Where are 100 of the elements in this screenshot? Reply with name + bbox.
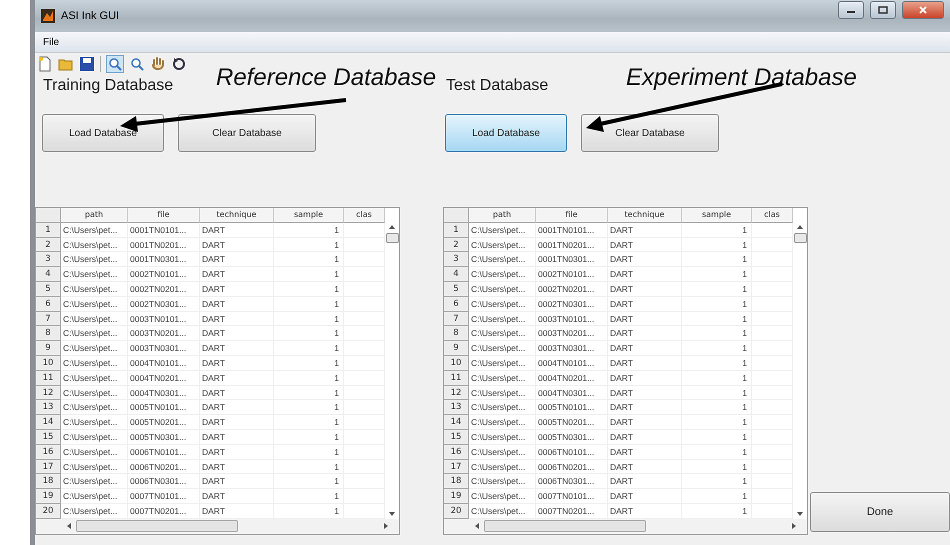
zoom-in-icon[interactable] (106, 55, 124, 73)
table-cell: 1 (274, 282, 344, 297)
table-cell: 0003TN0301... (536, 341, 608, 356)
row-number: 16 (36, 444, 61, 460)
column-header[interactable]: path (469, 208, 536, 223)
column-header[interactable]: file (536, 208, 608, 223)
row-number: 6 (36, 296, 61, 312)
table-cell: 0002TN0101... (128, 267, 200, 282)
table-cell: C:\Users\pet... (469, 474, 536, 490)
table-cell: 1 (682, 238, 752, 252)
table-cell: 1 (682, 430, 752, 445)
table-cell: DART (608, 312, 682, 326)
row-number: 11 (36, 370, 61, 386)
database-button[interactable]: Clear Database (178, 114, 316, 152)
table-cell: C:\Users\pet... (61, 489, 128, 504)
save-icon[interactable] (79, 56, 95, 72)
row-number: 18 (36, 474, 61, 490)
row-number: 14 (444, 415, 469, 430)
table-cell: C:\Users\pet... (469, 415, 536, 430)
table-cell: C:\Users\pet... (61, 400, 128, 416)
table-cell: C:\Users\pet... (61, 238, 128, 252)
row-number: 3 (444, 252, 469, 268)
rotate-icon[interactable] (171, 56, 187, 72)
row-number: 5 (444, 282, 469, 297)
row-number: 9 (36, 341, 61, 356)
done-button[interactable]: Done (810, 492, 950, 532)
scroll-left-icon[interactable] (66, 522, 72, 530)
table-cell: C:\Users\pet... (61, 356, 128, 371)
table-cell: DART (608, 400, 682, 416)
column-header[interactable]: clas (344, 208, 385, 223)
table-cell: 0006TN0101... (128, 444, 200, 460)
zoom-out-icon[interactable] (129, 56, 145, 72)
horizontal-scrollbar[interactable] (36, 518, 399, 534)
new-file-icon[interactable] (37, 56, 53, 72)
table-cell: 0002TN0301... (128, 296, 200, 312)
table-cell: 0005TN0301... (128, 430, 200, 445)
column-header[interactable]: path (61, 208, 128, 223)
table-cell: 0004TN0101... (128, 356, 200, 371)
maximize-button[interactable] (870, 1, 896, 19)
table-cell: 0006TN0101... (536, 444, 608, 460)
table-cell: DART (608, 430, 682, 445)
app-logo-icon (41, 9, 55, 23)
table-cell: C:\Users\pet... (469, 267, 536, 282)
table-cell: DART (200, 386, 274, 400)
hand-icon[interactable] (150, 56, 166, 72)
table-cell: DART (200, 370, 274, 386)
database-button[interactable]: Clear Database (581, 114, 719, 152)
table-cell: 1 (274, 489, 344, 504)
table-cell: 1 (274, 460, 344, 474)
column-header[interactable]: clas (752, 208, 793, 223)
row-number: 20 (36, 504, 61, 519)
scroll-thumb[interactable] (386, 233, 398, 243)
row-number: 5 (36, 282, 61, 297)
table-cell: DART (200, 460, 274, 474)
row-number: 13 (444, 400, 469, 416)
scroll-up-icon[interactable] (388, 224, 396, 230)
scroll-thumb[interactable] (484, 520, 646, 532)
table-cell: 0004TN0101... (536, 356, 608, 371)
minimize-button[interactable] (838, 1, 864, 19)
scroll-thumb[interactable] (794, 233, 806, 243)
close-button[interactable] (902, 1, 944, 19)
row-number: 7 (36, 312, 61, 326)
table-cell: 1 (682, 474, 752, 490)
close-icon (918, 6, 928, 14)
table-cell: 0001TN0301... (536, 252, 608, 268)
row-number: 10 (36, 356, 61, 371)
table-cell: C:\Users\pet... (61, 370, 128, 386)
horizontal-scrollbar[interactable] (444, 518, 807, 534)
database-button[interactable]: Load Database (42, 114, 164, 152)
scroll-thumb[interactable] (76, 520, 238, 532)
scroll-right-icon[interactable] (791, 522, 797, 530)
scroll-right-icon[interactable] (383, 522, 389, 530)
table-cell: 1 (274, 341, 344, 356)
table-cell: 1 (682, 222, 752, 238)
column-header[interactable]: sample (274, 208, 344, 223)
table-cell: 1 (274, 356, 344, 371)
column-header[interactable]: sample (682, 208, 752, 223)
table-cell: 1 (274, 444, 344, 460)
table-cell: C:\Users\pet... (61, 474, 128, 490)
table-cell: C:\Users\pet... (61, 252, 128, 268)
database-button[interactable]: Load Database (445, 114, 567, 152)
window-title: ASI Ink GUI (61, 10, 120, 22)
row-number: 15 (444, 430, 469, 445)
table-cell: 1 (682, 252, 752, 268)
table-cell: 1 (274, 267, 344, 282)
table-cell: DART (608, 415, 682, 430)
table-cell: DART (608, 474, 682, 490)
scroll-left-icon[interactable] (474, 522, 480, 530)
table-cell: DART (200, 474, 274, 490)
table-cell: DART (608, 386, 682, 400)
column-header[interactable]: technique (200, 208, 274, 223)
column-header[interactable]: file (128, 208, 200, 223)
table-cell: 0006TN0201... (536, 460, 608, 474)
table-cell: DART (608, 252, 682, 268)
table-cell: 1 (274, 430, 344, 445)
row-number: 19 (36, 489, 61, 504)
scroll-up-icon[interactable] (796, 224, 804, 230)
menu-item[interactable]: File (39, 36, 64, 48)
column-header[interactable]: technique (608, 208, 682, 223)
table-cell: DART (608, 326, 682, 342)
